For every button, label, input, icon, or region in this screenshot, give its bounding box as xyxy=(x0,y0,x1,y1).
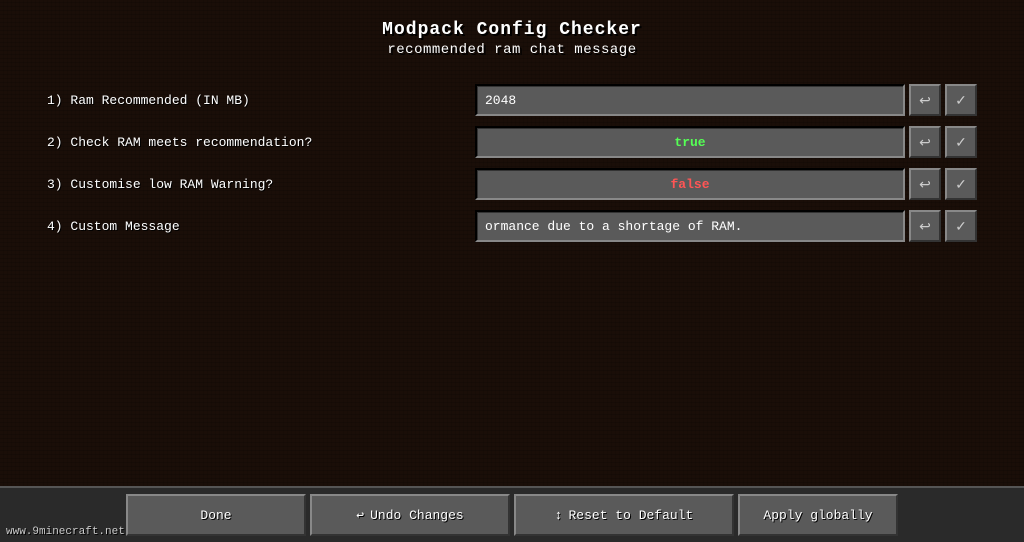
row4-reset-button[interactable]: ✓ xyxy=(945,210,977,242)
row2-reset-button[interactable]: ✓ xyxy=(945,126,977,158)
row1-label: 1) Ram Recommended (IN MB) xyxy=(47,93,467,108)
page-subtitle: recommended ram chat message xyxy=(382,42,642,58)
watermark: www.9minecraft.net xyxy=(6,526,125,538)
config-row-1: 1) Ram Recommended (IN MB) ↩ ✓ xyxy=(47,82,977,118)
row1-reset-button[interactable]: ✓ xyxy=(945,84,977,116)
config-row-4: 4) Custom Message ↩ ✓ xyxy=(47,208,977,244)
config-row-3: 3) Customise low RAM Warning? false ↩ ✓ xyxy=(47,166,977,202)
row3-label: 3) Customise low RAM Warning? xyxy=(47,177,467,192)
row1-field[interactable] xyxy=(475,84,905,116)
config-row-2: 2) Check RAM meets recommendation? true … xyxy=(47,124,977,160)
config-area: 1) Ram Recommended (IN MB) ↩ ✓ 2) Check … xyxy=(47,82,977,244)
row4-undo-button[interactable]: ↩ xyxy=(909,210,941,242)
row2-input-wrapper: true ↩ ✓ xyxy=(475,126,977,158)
row1-undo-button[interactable]: ↩ xyxy=(909,84,941,116)
row3-input-wrapper: false ↩ ✓ xyxy=(475,168,977,200)
page-title: Modpack Config Checker xyxy=(382,20,642,40)
row4-input-wrapper: ↩ ✓ xyxy=(475,210,977,242)
row1-input-wrapper: ↩ ✓ xyxy=(475,84,977,116)
title-section: Modpack Config Checker recommended ram c… xyxy=(382,20,642,58)
row2-field[interactable]: true xyxy=(475,126,905,158)
row3-undo-button[interactable]: ↩ xyxy=(909,168,941,200)
main-container: Modpack Config Checker recommended ram c… xyxy=(0,0,1024,542)
row2-label: 2) Check RAM meets recommendation? xyxy=(47,135,467,150)
row4-label: 4) Custom Message xyxy=(47,219,467,234)
row2-undo-button[interactable]: ↩ xyxy=(909,126,941,158)
row3-field[interactable]: false xyxy=(475,168,905,200)
row3-reset-button[interactable]: ✓ xyxy=(945,168,977,200)
row4-field[interactable] xyxy=(475,210,905,242)
